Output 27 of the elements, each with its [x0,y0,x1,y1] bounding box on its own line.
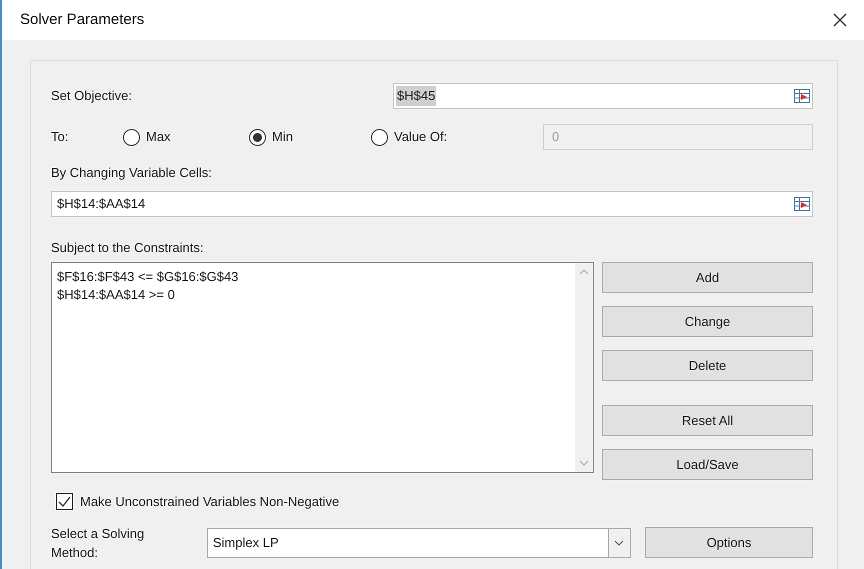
caret-icon [614,540,624,546]
constraint-item[interactable]: $F$16:$F$43 <= $G$16:$G$43 [57,268,575,286]
field-label: By Changing Variable Cells: [51,164,213,182]
range-select-icon[interactable] [794,196,810,210]
radio-button[interactable]: Value Of: [371,127,543,147]
radio-button[interactable]: Max [123,127,249,147]
check-icon [58,496,71,508]
method-dropdown[interactable]: Simplex LP [206,528,631,558]
variable-cells-field[interactable]: $H$14:$AA$14 [51,190,813,216]
options-button[interactable]: Options [644,527,813,558]
close-icon [833,13,847,27]
constraints-list[interactable]: $F$16:$F$43 <= $G$16:$G$43 $H$14:$AA$14 >= 0 [51,262,594,473]
constraint-item[interactable]: $H$14:$AA$14 >= 0 [57,286,575,304]
objective-field[interactable]: $H$45 [393,83,813,109]
dialog-button[interactable]: Change [602,306,813,337]
dialog-button[interactable]: Add [602,262,813,293]
dialog-button[interactable]: Delete [602,350,813,381]
checkbox[interactable]: Make Unconstrained Variables Non-Negative [56,492,340,512]
dialog-button[interactable]: Reset All [602,405,813,436]
field-label: Subject to the Constraints: [51,238,204,257]
range-select-icon[interactable] [794,89,810,103]
field-label: To: [51,128,70,146]
dialog-button[interactable]: Load/Save [602,449,813,480]
field-label: Set Objective: [51,87,133,106]
window-title: Solver Parameters [20,10,144,30]
field-label: Select a Solving Method: [51,524,146,562]
radio-button[interactable]: Min [249,127,371,147]
